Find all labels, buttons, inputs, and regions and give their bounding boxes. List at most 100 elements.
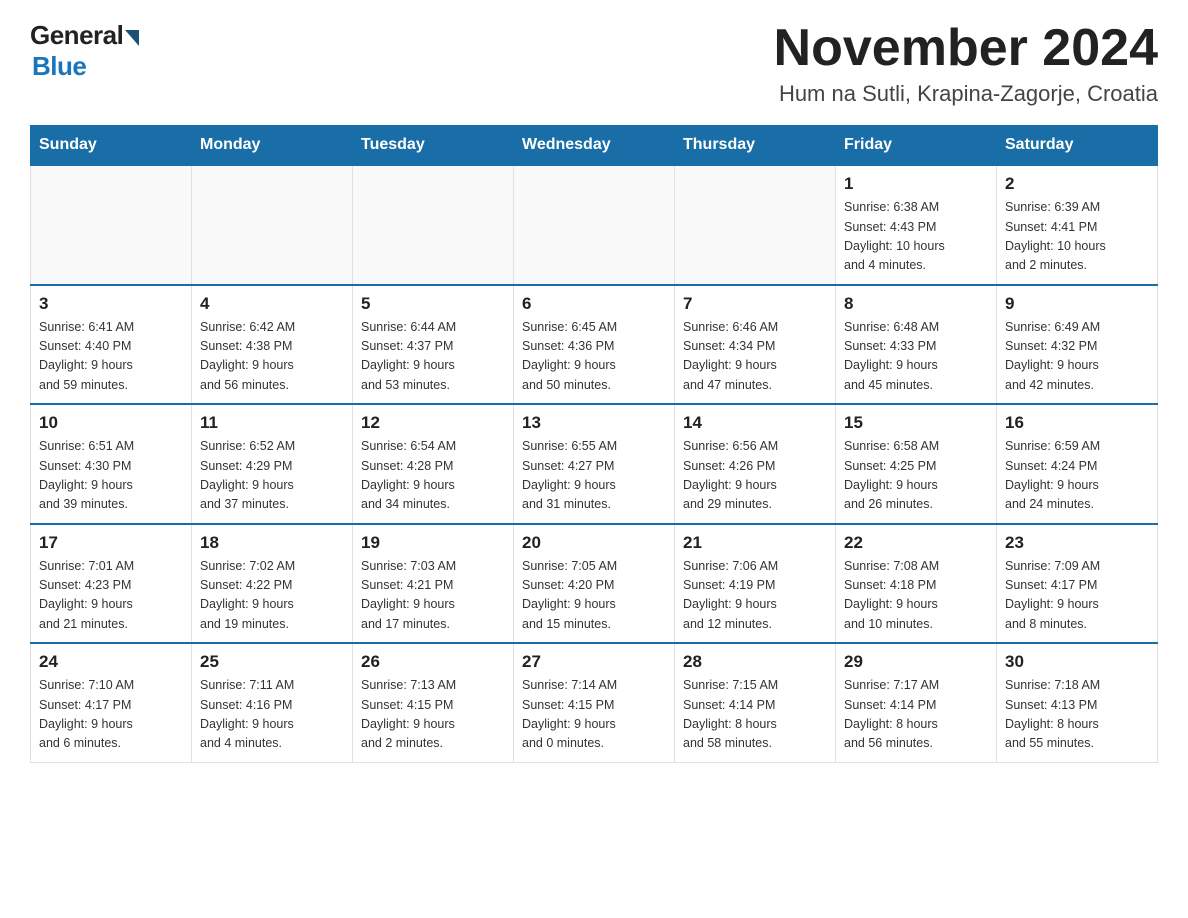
calendar-header-row: SundayMondayTuesdayWednesdayThursdayFrid… (31, 126, 1158, 166)
day-info: Sunrise: 7:06 AM Sunset: 4:19 PM Dayligh… (683, 557, 827, 635)
day-info: Sunrise: 7:05 AM Sunset: 4:20 PM Dayligh… (522, 557, 666, 635)
calendar-day-cell: 28 Sunrise: 7:15 AM Sunset: 4:14 PM Dayli… (675, 643, 836, 762)
calendar-day-cell: 22Sunrise: 7:08 AM Sunset: 4:18 PM Dayli… (836, 524, 997, 644)
logo-blue-text: Blue (32, 51, 86, 82)
day-number: 17 (39, 533, 183, 553)
day-info: Sunrise: 6:55 AM Sunset: 4:27 PM Dayligh… (522, 437, 666, 515)
calendar-day-cell: 2 Sunrise: 6:39 AM Sunset: 4:41 PM Daylig… (997, 165, 1158, 285)
day-info: Sunrise: 7:14 AM Sunset: 4:15 PM Dayligh… (522, 676, 666, 754)
day-number: 12 (361, 413, 505, 433)
calendar-day-header: Wednesday (514, 126, 675, 166)
calendar-day-header: Thursday (675, 126, 836, 166)
day-number: 28 (683, 652, 827, 672)
day-number: 25 (200, 652, 344, 672)
day-number: 15 (844, 413, 988, 433)
calendar-day-cell: 10Sunrise: 6:51 AM Sunset: 4:30 PM Dayli… (31, 404, 192, 524)
day-number: 23 (1005, 533, 1149, 553)
day-info: Sunrise: 6:38 AM Sunset: 4:43 PM Dayligh… (844, 198, 988, 276)
calendar-day-cell: 1 Sunrise: 6:38 AM Sunset: 4:43 PM Daylig… (836, 165, 997, 285)
calendar-day-cell: 25 Sunrise: 7:11 AM Sunset: 4:16 PM Dayli… (192, 643, 353, 762)
day-info: Sunrise: 6:54 AM Sunset: 4:28 PM Dayligh… (361, 437, 505, 515)
calendar-day-cell: 19Sunrise: 7:03 AM Sunset: 4:21 PM Dayli… (353, 524, 514, 644)
calendar-day-header: Tuesday (353, 126, 514, 166)
day-number: 24 (39, 652, 183, 672)
day-number: 4 (200, 294, 344, 314)
calendar-day-cell: 23Sunrise: 7:09 AM Sunset: 4:17 PM Dayli… (997, 524, 1158, 644)
calendar-day-cell: 17 Sunrise: 7:01 AM Sunset: 4:23 PM Dayli… (31, 524, 192, 644)
calendar-day-cell: 4Sunrise: 6:42 AM Sunset: 4:38 PM Daylig… (192, 285, 353, 405)
day-number: 7 (683, 294, 827, 314)
day-info: Sunrise: 6:46 AM Sunset: 4:34 PM Dayligh… (683, 318, 827, 396)
day-number: 29 (844, 652, 988, 672)
day-info: Sunrise: 6:59 AM Sunset: 4:24 PM Dayligh… (1005, 437, 1149, 515)
calendar-day-header: Saturday (997, 126, 1158, 166)
day-info: Sunrise: 6:48 AM Sunset: 4:33 PM Dayligh… (844, 318, 988, 396)
day-info: Sunrise: 6:41 AM Sunset: 4:40 PM Dayligh… (39, 318, 183, 396)
calendar-day-cell: 8 Sunrise: 6:48 AM Sunset: 4:33 PM Daylig… (836, 285, 997, 405)
day-info: Sunrise: 6:49 AM Sunset: 4:32 PM Dayligh… (1005, 318, 1149, 396)
calendar-day-cell: 14Sunrise: 6:56 AM Sunset: 4:26 PM Dayli… (675, 404, 836, 524)
logo: General Blue (30, 20, 139, 82)
calendar-day-cell: 30 Sunrise: 7:18 AM Sunset: 4:13 PM Dayli… (997, 643, 1158, 762)
calendar-day-cell: 27Sunrise: 7:14 AM Sunset: 4:15 PM Dayli… (514, 643, 675, 762)
day-number: 8 (844, 294, 988, 314)
calendar-header: SundayMondayTuesdayWednesdayThursdayFrid… (31, 126, 1158, 166)
calendar-day-cell: 26 Sunrise: 7:13 AM Sunset: 4:15 PM Dayli… (353, 643, 514, 762)
calendar-day-cell (192, 165, 353, 285)
day-number: 11 (200, 413, 344, 433)
calendar-day-header: Friday (836, 126, 997, 166)
calendar-day-cell (31, 165, 192, 285)
calendar-day-header: Sunday (31, 126, 192, 166)
day-info: Sunrise: 6:44 AM Sunset: 4:37 PM Dayligh… (361, 318, 505, 396)
calendar-week-row: 24 Sunrise: 7:10 AM Sunset: 4:17 PM Dayli… (31, 643, 1158, 762)
calendar-day-header: Monday (192, 126, 353, 166)
day-number: 21 (683, 533, 827, 553)
calendar-day-cell: 20 Sunrise: 7:05 AM Sunset: 4:20 PM Dayli… (514, 524, 675, 644)
calendar-day-cell: 21 Sunrise: 7:06 AM Sunset: 4:19 PM Dayli… (675, 524, 836, 644)
page-header: General Blue November 2024 Hum na Sutli,… (30, 20, 1158, 107)
calendar-day-cell: 13Sunrise: 6:55 AM Sunset: 4:27 PM Dayli… (514, 404, 675, 524)
day-info: Sunrise: 7:18 AM Sunset: 4:13 PM Dayligh… (1005, 676, 1149, 754)
day-info: Sunrise: 7:15 AM Sunset: 4:14 PM Dayligh… (683, 676, 827, 754)
calendar-week-row: 1 Sunrise: 6:38 AM Sunset: 4:43 PM Daylig… (31, 165, 1158, 285)
logo-arrow-icon (125, 30, 139, 46)
calendar-day-cell: 6Sunrise: 6:45 AM Sunset: 4:36 PM Daylig… (514, 285, 675, 405)
location-title: Hum na Sutli, Krapina-Zagorje, Croatia (774, 81, 1158, 107)
day-number: 30 (1005, 652, 1149, 672)
day-number: 18 (200, 533, 344, 553)
title-block: November 2024 Hum na Sutli, Krapina-Zago… (774, 20, 1158, 107)
day-number: 20 (522, 533, 666, 553)
day-info: Sunrise: 7:11 AM Sunset: 4:16 PM Dayligh… (200, 676, 344, 754)
day-number: 26 (361, 652, 505, 672)
calendar-day-cell (353, 165, 514, 285)
calendar-day-cell: 24 Sunrise: 7:10 AM Sunset: 4:17 PM Dayli… (31, 643, 192, 762)
calendar-day-cell: 7 Sunrise: 6:46 AM Sunset: 4:34 PM Daylig… (675, 285, 836, 405)
calendar-table: SundayMondayTuesdayWednesdayThursdayFrid… (30, 125, 1158, 763)
day-info: Sunrise: 7:10 AM Sunset: 4:17 PM Dayligh… (39, 676, 183, 754)
day-number: 1 (844, 174, 988, 194)
calendar-body: 1 Sunrise: 6:38 AM Sunset: 4:43 PM Daylig… (31, 165, 1158, 762)
day-info: Sunrise: 6:39 AM Sunset: 4:41 PM Dayligh… (1005, 198, 1149, 276)
calendar-day-cell: 29 Sunrise: 7:17 AM Sunset: 4:14 PM Dayli… (836, 643, 997, 762)
day-number: 2 (1005, 174, 1149, 194)
calendar-day-cell: 16Sunrise: 6:59 AM Sunset: 4:24 PM Dayli… (997, 404, 1158, 524)
month-title: November 2024 (774, 20, 1158, 77)
day-info: Sunrise: 7:13 AM Sunset: 4:15 PM Dayligh… (361, 676, 505, 754)
day-info: Sunrise: 6:51 AM Sunset: 4:30 PM Dayligh… (39, 437, 183, 515)
calendar-day-cell: 3Sunrise: 6:41 AM Sunset: 4:40 PM Daylig… (31, 285, 192, 405)
day-info: Sunrise: 7:17 AM Sunset: 4:14 PM Dayligh… (844, 676, 988, 754)
calendar-week-row: 10Sunrise: 6:51 AM Sunset: 4:30 PM Dayli… (31, 404, 1158, 524)
calendar-day-cell: 5Sunrise: 6:44 AM Sunset: 4:37 PM Daylig… (353, 285, 514, 405)
day-info: Sunrise: 6:56 AM Sunset: 4:26 PM Dayligh… (683, 437, 827, 515)
day-info: Sunrise: 7:01 AM Sunset: 4:23 PM Dayligh… (39, 557, 183, 635)
calendar-day-cell: 11 Sunrise: 6:52 AM Sunset: 4:29 PM Dayli… (192, 404, 353, 524)
day-number: 22 (844, 533, 988, 553)
logo-general-text: General (30, 20, 123, 51)
day-number: 19 (361, 533, 505, 553)
calendar-day-cell (514, 165, 675, 285)
day-info: Sunrise: 6:52 AM Sunset: 4:29 PM Dayligh… (200, 437, 344, 515)
calendar-day-cell: 18Sunrise: 7:02 AM Sunset: 4:22 PM Dayli… (192, 524, 353, 644)
calendar-day-cell: 15Sunrise: 6:58 AM Sunset: 4:25 PM Dayli… (836, 404, 997, 524)
calendar-day-cell (675, 165, 836, 285)
day-info: Sunrise: 6:45 AM Sunset: 4:36 PM Dayligh… (522, 318, 666, 396)
